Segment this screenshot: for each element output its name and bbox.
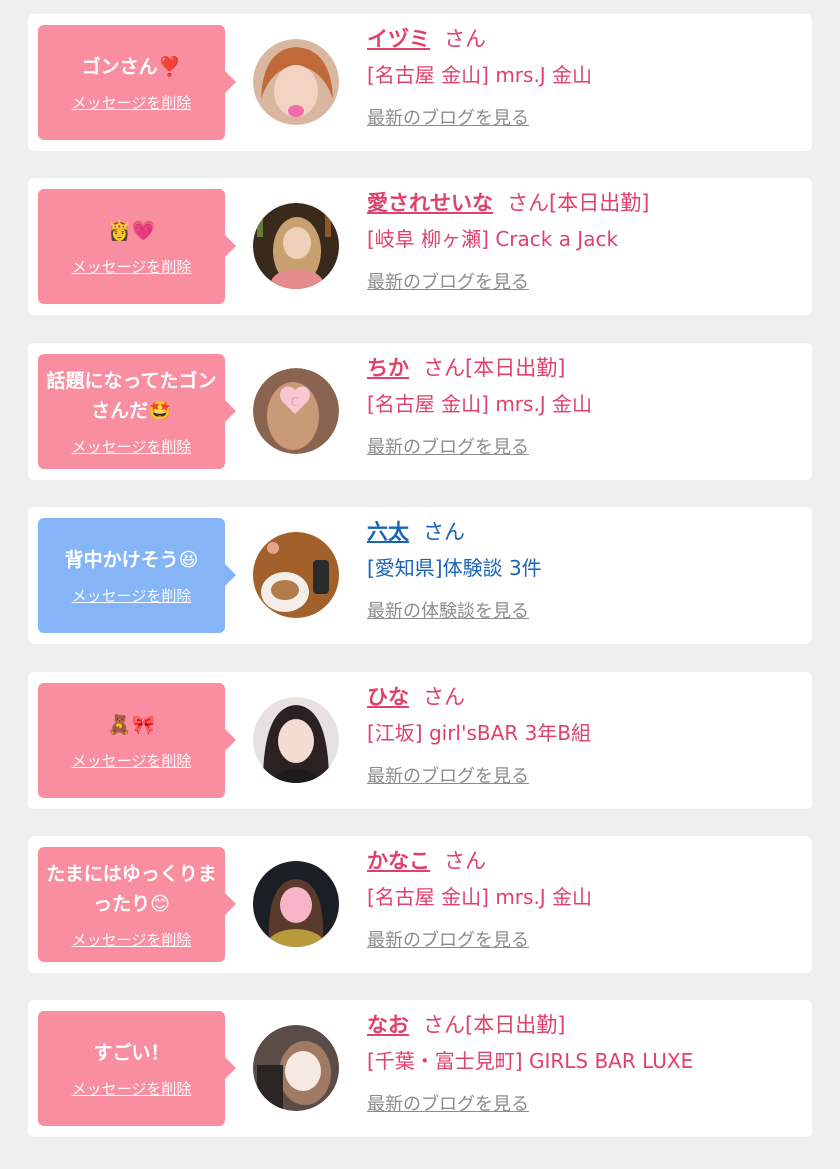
message-text: たまにはゆっくりまったり😊 (46, 863, 217, 915)
message-text: 話題になってたゴンさんだ🤩 (46, 370, 217, 422)
latest-post-link[interactable]: 最新の体験談を見る (367, 595, 529, 629)
message-bubble: 話題になってたゴンさんだ🤩 メッセージを削除 (38, 354, 236, 469)
sender-status: さん[本日出勤] (423, 356, 566, 380)
shop-location: [江坂] girl'sBAR 3年B組 (367, 721, 592, 745)
message-bubble: たまにはゆっくりまったり😊 メッセージを削除 (38, 847, 236, 962)
message-card: 背中かけそう😆 メッセージを削除 六太 さん [愛知県]体験談 3件 最新の体験談… (28, 507, 812, 644)
shop-location: [名古屋 金山] mrs.J 金山 (367, 63, 593, 87)
latest-post-link[interactable]: 最新のブログを見る (367, 924, 529, 958)
latest-post-link[interactable]: 最新のブログを見る (367, 431, 529, 465)
message-card: 🧸🎀 メッセージを削除 ひな さん [江坂] girl'sBAR 3年B組 最新の… (28, 672, 812, 809)
avatar-photo-woman-orange-hair[interactable] (253, 39, 339, 125)
avatar-image: C (253, 368, 339, 454)
message-list: ゴンさん❣️ メッセージを削除 イヅミ さん [名古屋 金山] mrs.J 金山 … (0, 0, 840, 1169)
sender-info: 愛されせいな さん[本日出勤] [岐阜 柳ヶ瀬] Crack a Jack 最新の… (367, 186, 807, 300)
svg-text:C: C (291, 395, 299, 409)
sender-status: さん[本日出勤] (507, 191, 650, 215)
avatar-image (253, 39, 339, 125)
shop-location: [千葉・富士見町] GIRLS BAR LUXE (367, 1049, 694, 1073)
avatar-image (253, 697, 339, 783)
sender-name-link[interactable]: なお (367, 1013, 409, 1037)
message-text: すごい！ (93, 1042, 170, 1064)
message-text: 背中かけそう😆 (64, 549, 199, 571)
avatar-image (253, 1025, 339, 1111)
avatar-photo-woman-selfie[interactable] (253, 1025, 339, 1111)
sender-status: さん (423, 685, 465, 709)
message-bubble: 背中かけそう😆 メッセージを削除 (38, 518, 236, 633)
message-text: 👸💗 (107, 220, 156, 242)
sender-info: ひな さん [江坂] girl'sBAR 3年B組 最新のブログを見る (367, 680, 807, 794)
delete-message-link[interactable]: メッセージを削除 (72, 1078, 192, 1099)
sender-name-link[interactable]: イヅミ (367, 27, 430, 51)
sender-info: イヅミ さん [名古屋 金山] mrs.J 金山 最新のブログを見る (367, 22, 807, 136)
delete-message-link[interactable]: メッセージを削除 (72, 256, 192, 277)
avatar-photo-woman-mosaic-face[interactable] (253, 861, 339, 947)
avatar-photo-food-plate[interactable] (253, 532, 339, 618)
avatar-image (253, 532, 339, 618)
message-bubble: すごい！ メッセージを削除 (38, 1011, 236, 1126)
message-card: 話題になってたゴンさんだ🤩 メッセージを削除 C ちか さん[本日出勤] [名古屋… (28, 343, 812, 480)
shop-location: [名古屋 金山] mrs.J 金山 (367, 885, 593, 909)
latest-post-link[interactable]: 最新のブログを見る (367, 760, 529, 794)
latest-post-link[interactable]: 最新のブログを見る (367, 1088, 529, 1122)
avatar-image (253, 861, 339, 947)
sender-name-link[interactable]: 愛されせいな (367, 191, 493, 215)
sender-info: ちか さん[本日出勤] [名古屋 金山] mrs.J 金山 最新のブログを見る (367, 351, 807, 465)
sender-status: さん (444, 849, 486, 873)
latest-post-link[interactable]: 最新のブログを見る (367, 102, 529, 136)
message-bubble: ゴンさん❣️ メッセージを削除 (38, 25, 236, 140)
message-bubble: 👸💗 メッセージを削除 (38, 189, 236, 304)
sender-name-link[interactable]: ちか (367, 356, 409, 380)
message-text: ゴンさん❣️ (81, 56, 182, 78)
message-bubble: 🧸🎀 メッセージを削除 (38, 683, 236, 798)
delete-message-link[interactable]: メッセージを削除 (72, 436, 192, 457)
avatar-photo-woman-bar-background[interactable] (253, 203, 339, 289)
delete-message-link[interactable]: メッセージを削除 (72, 585, 192, 606)
sender-name-link[interactable]: かなこ (367, 849, 430, 873)
sender-info: かなこ さん [名古屋 金山] mrs.J 金山 最新のブログを見る (367, 844, 807, 958)
message-text: 🧸🎀 (107, 714, 156, 736)
sender-status: さん (444, 27, 486, 51)
shop-location: [名古屋 金山] mrs.J 金山 (367, 392, 593, 416)
delete-message-link[interactable]: メッセージを削除 (72, 750, 192, 771)
message-card: すごい！ メッセージを削除 なお さん[本日出勤] [千葉・富士見町] GIRLS… (28, 1000, 812, 1137)
sender-info: なお さん[本日出勤] [千葉・富士見町] GIRLS BAR LUXE 最新のブ… (367, 1008, 807, 1122)
message-card: たまにはゆっくりまったり😊 メッセージを削除 かなこ さん [名古屋 金山] mr… (28, 836, 812, 973)
delete-message-link[interactable]: メッセージを削除 (72, 92, 192, 113)
sender-info: 六太 さん [愛知県]体験談 3件 最新の体験談を見る (367, 515, 807, 629)
shop-location: [岐阜 柳ヶ瀬] Crack a Jack (367, 227, 619, 251)
avatar-photo-woman-heart-sticker[interactable]: C (253, 368, 339, 454)
latest-post-link[interactable]: 最新のブログを見る (367, 266, 529, 300)
sender-status: さん[本日出勤] (423, 1013, 566, 1037)
avatar-photo-woman-dark-hair[interactable] (253, 697, 339, 783)
delete-message-link[interactable]: メッセージを削除 (72, 929, 192, 950)
avatar-image (253, 203, 339, 289)
message-card: 👸💗 メッセージを削除 愛されせいな さん[本日出勤] [岐阜 柳ヶ瀬] Crac… (28, 178, 812, 315)
shop-location: [愛知県]体験談 3件 (367, 556, 542, 580)
message-card: ゴンさん❣️ メッセージを削除 イヅミ さん [名古屋 金山] mrs.J 金山 … (28, 14, 812, 151)
sender-status: さん (423, 520, 465, 544)
sender-name-link[interactable]: 六太 (367, 520, 409, 544)
sender-name-link[interactable]: ひな (367, 685, 409, 709)
